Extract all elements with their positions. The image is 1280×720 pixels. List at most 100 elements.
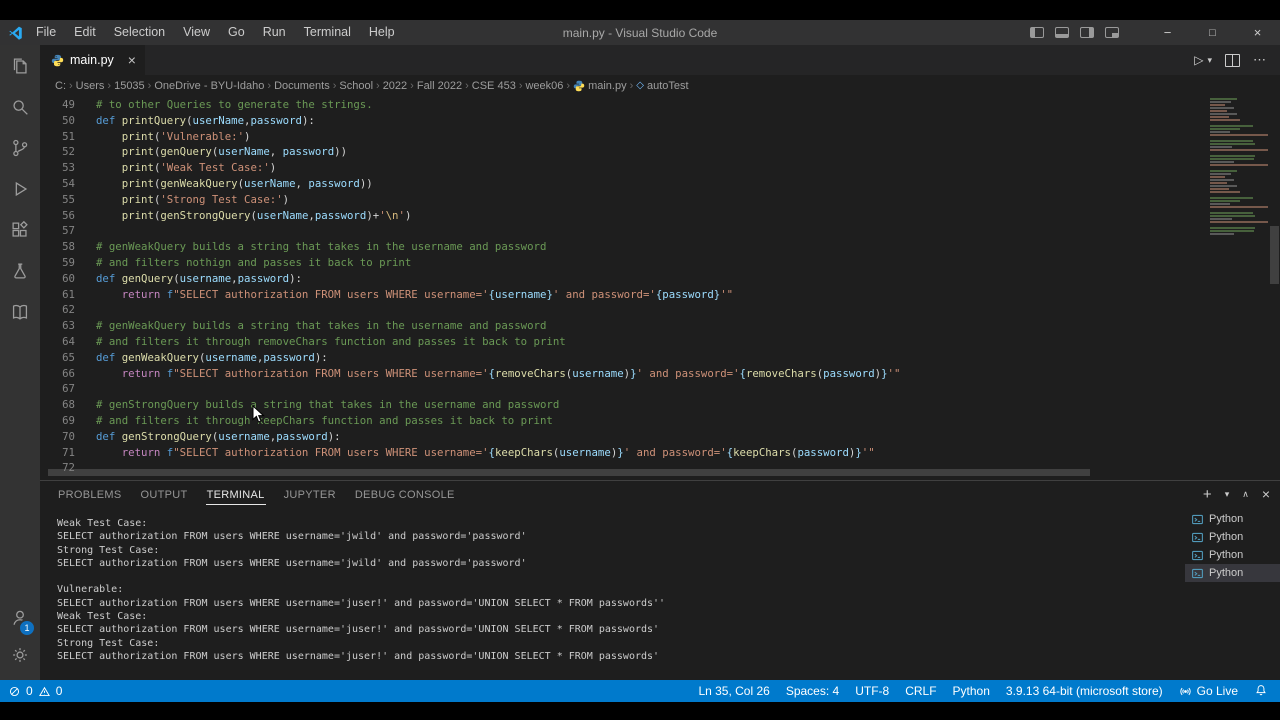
- code-line[interactable]: 59 # and filters nothign and passes it ba…: [40, 255, 900, 271]
- code-line[interactable]: 58 # genWeakQuery builds a string that ta…: [40, 239, 900, 255]
- terminal-instance[interactable]: Python: [1185, 510, 1280, 528]
- toggle-secondary-sidebar-icon[interactable]: [1080, 27, 1094, 38]
- panel-tab-debug-console[interactable]: DEBUG CONSOLE: [354, 484, 456, 505]
- close-tab-icon[interactable]: ×: [128, 53, 136, 67]
- account-button[interactable]: 1: [0, 600, 40, 638]
- code-editor[interactable]: 49 # to other Queries to generate the str…: [40, 96, 1280, 480]
- toggle-sidebar-icon[interactable]: [1030, 27, 1044, 38]
- panel-tab-jupyter[interactable]: JUPYTER: [283, 484, 337, 505]
- new-terminal-icon[interactable]: +: [1203, 487, 1212, 502]
- breadcrumb-item[interactable]: main.py: [573, 80, 627, 92]
- code-line[interactable]: 64 # and filters it through removeChars f…: [40, 334, 900, 350]
- files-icon[interactable]: [0, 45, 40, 86]
- close-panel-icon[interactable]: ×: [1262, 487, 1270, 501]
- menu-selection[interactable]: Selection: [105, 20, 174, 45]
- minimize-button[interactable]: −: [1145, 20, 1190, 45]
- customize-layout-icon[interactable]: [1105, 27, 1119, 38]
- notifications-button[interactable]: [1246, 680, 1280, 702]
- panel-tab-output[interactable]: OUTPUT: [140, 484, 189, 505]
- tab-main-py[interactable]: main.py ×: [40, 45, 146, 75]
- settings-button[interactable]: [0, 638, 40, 676]
- close-window-button[interactable]: ×: [1235, 20, 1280, 45]
- terminal-icon: [1191, 549, 1204, 562]
- code-line[interactable]: 63 # genWeakQuery builds a string that ta…: [40, 318, 900, 334]
- problems-summary[interactable]: 0 0: [0, 680, 70, 702]
- line-number: 65: [62, 350, 75, 364]
- code-line[interactable]: 68 # genStrongQuery builds a string that …: [40, 397, 900, 413]
- code-line[interactable]: 53 print('Weak Test Case:'): [40, 160, 900, 176]
- terminal-instance[interactable]: Python: [1185, 528, 1280, 546]
- terminal-profile-dropdown-icon[interactable]: ▾: [1225, 489, 1230, 499]
- code-line[interactable]: 61 return f"SELECT authorization FROM us…: [40, 287, 900, 303]
- code-line[interactable]: 60 def genQuery(username,password):: [40, 271, 900, 287]
- breadcrumb-item[interactable]: 15035: [114, 80, 145, 92]
- code-line[interactable]: 67: [40, 381, 900, 397]
- run-python-file-button[interactable]: ▷: [1194, 53, 1203, 67]
- code-line[interactable]: 56 print(genStrongQuery(userName,passwor…: [40, 208, 900, 224]
- maximize-button[interactable]: □: [1190, 20, 1235, 45]
- breadcrumb-item[interactable]: CSE 453: [472, 80, 516, 92]
- terminal-output[interactable]: Weak Test Case: SELECT authorization FROM…: [40, 507, 1185, 680]
- code-text: print('Weak Test Case:'): [121, 161, 277, 175]
- beaker-icon[interactable]: [0, 250, 40, 291]
- breadcrumb-item[interactable]: 2022: [383, 80, 407, 92]
- activity-bar: 1: [0, 45, 40, 680]
- terminal-instance[interactable]: Python: [1185, 546, 1280, 564]
- code-text: def genQuery(username,password):: [96, 271, 302, 285]
- code-line[interactable]: 49 # to other Queries to generate the str…: [40, 97, 900, 113]
- code-text: # to other Queries to generate the strin…: [96, 98, 373, 111]
- source-control-icon[interactable]: [0, 127, 40, 168]
- toggle-panel-icon[interactable]: [1055, 27, 1069, 38]
- breadcrumb-item[interactable]: week06: [525, 80, 563, 92]
- maximize-panel-icon[interactable]: ∧: [1242, 489, 1249, 499]
- code-line[interactable]: 52 print(genQuery(userName, password)): [40, 144, 900, 160]
- account-badge: 1: [18, 619, 36, 637]
- menu-help[interactable]: Help: [360, 20, 404, 45]
- run-debug-icon[interactable]: [0, 168, 40, 209]
- statusbar-indentation[interactable]: Spaces: 4: [778, 680, 847, 702]
- book-icon[interactable]: [0, 291, 40, 332]
- code-line[interactable]: 50 def printQuery(userName,password):: [40, 113, 900, 129]
- breadcrumb-item[interactable]: Fall 2022: [417, 80, 462, 92]
- extensions-icon[interactable]: [0, 209, 40, 250]
- code-line[interactable]: 69 # and filters it through keepChars fun…: [40, 413, 900, 429]
- breadcrumb-item[interactable]: Users: [76, 80, 105, 92]
- code-line[interactable]: 51 print('Vulnerable:'): [40, 129, 900, 145]
- statusbar-python-interpreter[interactable]: 3.9.13 64-bit (microsoft store): [998, 680, 1171, 702]
- breadcrumb-item[interactable]: C:: [55, 80, 66, 92]
- code-line[interactable]: 65 def genWeakQuery(username,password):: [40, 350, 900, 366]
- statusbar-cursor-position[interactable]: Ln 35, Col 26: [690, 680, 777, 702]
- statusbar-go-live[interactable]: Go Live: [1171, 680, 1246, 702]
- code-line[interactable]: 62: [40, 302, 900, 318]
- code-line[interactable]: 66 return f"SELECT authorization FROM us…: [40, 366, 900, 382]
- menu-terminal[interactable]: Terminal: [295, 20, 360, 45]
- menu-view[interactable]: View: [174, 20, 219, 45]
- menu-run[interactable]: Run: [254, 20, 295, 45]
- breadcrumb-item[interactable]: Documents: [274, 80, 330, 92]
- code-line[interactable]: 71 return f"SELECT authorization FROM us…: [40, 445, 900, 461]
- panel-tab-problems[interactable]: PROBLEMS: [57, 484, 123, 505]
- menu-go[interactable]: Go: [219, 20, 254, 45]
- breadcrumb-item[interactable]: School: [339, 80, 373, 92]
- search-icon[interactable]: [0, 86, 40, 127]
- statusbar-encoding[interactable]: UTF-8: [847, 680, 897, 702]
- statusbar-eol[interactable]: CRLF: [897, 680, 944, 702]
- terminal-instance[interactable]: Python: [1185, 564, 1280, 582]
- breadcrumb-item[interactable]: OneDrive - BYU-Idaho: [154, 80, 264, 92]
- panel-tab-terminal[interactable]: TERMINAL: [205, 484, 266, 505]
- code-line[interactable]: 55 print('Strong Test Case:'): [40, 192, 900, 208]
- statusbar-language-mode[interactable]: Python: [945, 680, 998, 702]
- breadcrumb-item[interactable]: ◇ autoTest: [636, 80, 688, 92]
- code-line[interactable]: 70 def genStrongQuery(username,password):: [40, 429, 900, 445]
- bottom-panel: PROBLEMS OUTPUT TERMINAL JUPYTER DEBUG CONSO…: [40, 480, 1280, 680]
- minimap[interactable]: [1210, 98, 1268, 236]
- split-editor-icon[interactable]: [1225, 53, 1240, 67]
- vertical-scrollbar[interactable]: [1270, 226, 1279, 284]
- more-actions-icon[interactable]: ⋯: [1253, 52, 1266, 68]
- code-line[interactable]: 54 print(genWeakQuery(userName, password…: [40, 176, 900, 192]
- code-line[interactable]: 57: [40, 223, 900, 239]
- menu-edit[interactable]: Edit: [65, 20, 105, 45]
- horizontal-scrollbar[interactable]: [48, 469, 1090, 476]
- run-dropdown-icon[interactable]: ▾: [1207, 55, 1212, 66]
- menu-file[interactable]: File: [27, 20, 65, 45]
